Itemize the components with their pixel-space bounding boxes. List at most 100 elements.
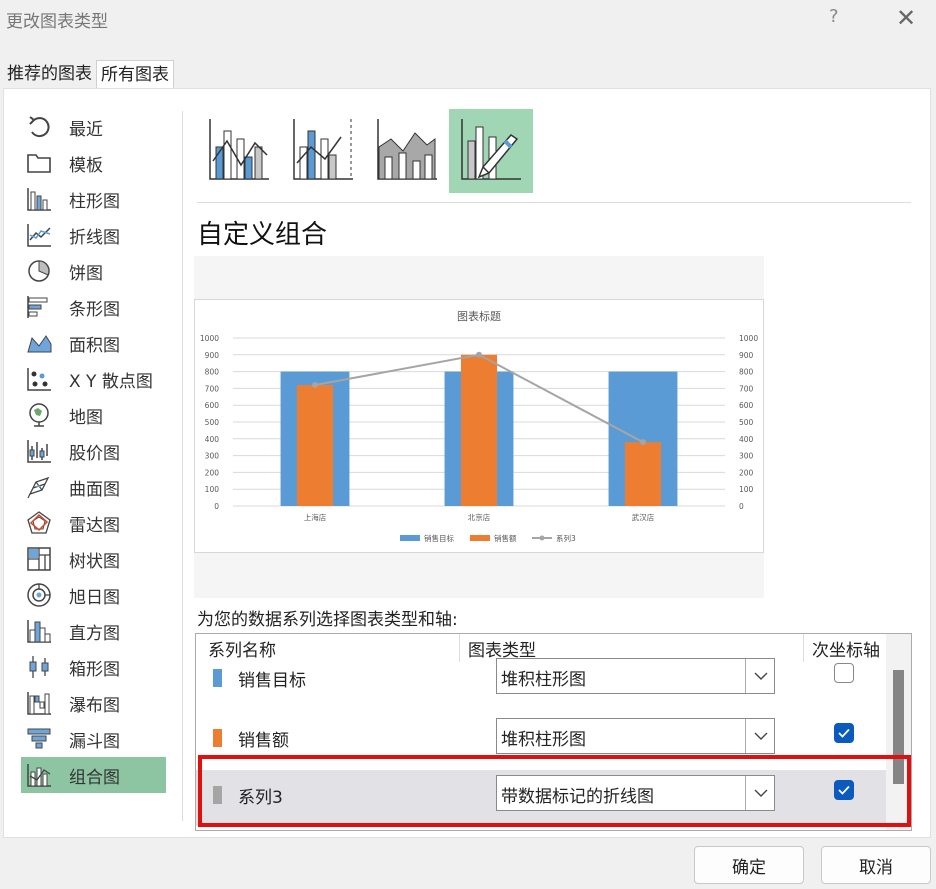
y2-tick-label: 900: [739, 351, 754, 360]
chart-type-pie[interactable]: 饼图: [21, 253, 166, 289]
chart-type-recent[interactable]: 最近: [21, 109, 166, 145]
y-tick-label: 500: [205, 418, 220, 427]
combo-variant-clustered-column-line[interactable]: [197, 109, 281, 193]
series-color-swatch: [213, 669, 222, 687]
combo-variant-stacked-area-column[interactable]: [365, 109, 449, 193]
legend-marker: [539, 535, 545, 541]
template-folder-icon: [25, 149, 53, 177]
bar-sales: [624, 442, 662, 506]
chart-type-box-whisker[interactable]: 箱形图: [21, 649, 166, 685]
y-tick-label: 100: [205, 485, 220, 494]
chart-type-bar[interactable]: 条形图: [21, 289, 166, 325]
y-tick-label: 900: [205, 351, 220, 360]
chart-type-list: 最近 模板 柱形图 折线图 饼图 条形图 面积图 X Y 散点图 地图 股价图 …: [21, 109, 166, 823]
help-button[interactable]: ?: [829, 6, 839, 27]
funnel-chart-icon: [25, 725, 53, 753]
chart-type-label: 最近: [69, 119, 103, 140]
tab-all-charts[interactable]: 所有图表: [96, 60, 174, 88]
dialog-title: 更改图表类型: [6, 12, 108, 32]
chart-type-value: 堆积柱形图: [501, 730, 586, 750]
chart-type-map[interactable]: 地图: [21, 397, 166, 433]
chart-type-label: 饼图: [69, 263, 103, 284]
histogram-chart-icon: [25, 617, 53, 645]
legend-label: 系列3: [556, 533, 576, 543]
scatter-chart-icon: [25, 365, 53, 393]
chart-preview: 图表标题 0 0 100 100 200 200 300 300 400 400 500 500 600 6…: [194, 299, 764, 553]
y2-tick-label: 500: [739, 418, 754, 427]
tab-strip: 推荐的图表 所有图表: [3, 60, 174, 88]
chart-type-label: 面积图: [69, 335, 120, 356]
chart-type-histogram[interactable]: 直方图: [21, 613, 166, 649]
chart-type-dropdown[interactable]: 堆积柱形图: [496, 658, 775, 694]
legend-label: 销售额: [494, 533, 517, 543]
y2-tick-label: 1000: [739, 334, 758, 343]
chart-type-value: 堆积柱形图: [501, 670, 586, 690]
legend-label: 销售目标: [424, 533, 454, 543]
y-tick-label: 200: [205, 468, 220, 477]
title-bar: 更改图表类型 ? ✕: [0, 0, 936, 40]
surface-chart-icon: [25, 473, 53, 501]
recent-icon: [25, 113, 53, 141]
series-name: 销售目标: [238, 671, 306, 691]
chart-type-stock[interactable]: 股价图: [21, 433, 166, 469]
series-row: 销售目标 堆积柱形图: [196, 653, 886, 709]
series-name: 销售额: [238, 731, 289, 751]
chart-type-column[interactable]: 柱形图: [21, 181, 166, 217]
chevron-down-icon[interactable]: [745, 659, 775, 693]
pie-chart-icon: [25, 257, 53, 285]
chart-type-area[interactable]: 面积图: [21, 325, 166, 361]
chart-type-sunburst[interactable]: 旭日图: [21, 577, 166, 613]
y2-tick-label: 800: [739, 368, 754, 377]
legend-swatch: [470, 535, 490, 541]
chart-type-label: 旭日图: [69, 587, 120, 608]
combo-chart-icon: [25, 761, 53, 789]
y2-tick-label: 400: [739, 435, 754, 444]
clustered-column-line-secondary-icon: [291, 117, 355, 185]
y2-tick-label: 600: [739, 401, 754, 410]
chart-type-funnel[interactable]: 漏斗图: [21, 721, 166, 757]
radar-chart-icon: [25, 509, 53, 537]
secondary-axis-checkbox[interactable]: [834, 723, 854, 743]
combo-variant-custom[interactable]: [449, 109, 533, 193]
y2-tick-label: 700: [739, 384, 754, 393]
y-tick-label: 300: [205, 452, 220, 461]
chart-type-line[interactable]: 折线图: [21, 217, 166, 253]
chart-type-dropdown[interactable]: 堆积柱形图: [496, 718, 775, 754]
checkmark-icon: [838, 728, 850, 738]
chart-type-label: 箱形图: [69, 659, 120, 680]
box-whisker-chart-icon: [25, 653, 53, 681]
line-marker: [312, 382, 318, 389]
column-chart-icon: [25, 185, 53, 213]
chart-type-label: 地图: [69, 407, 103, 428]
sunburst-chart-icon: [25, 581, 53, 609]
chart-type-template[interactable]: 模板: [21, 145, 166, 181]
secondary-axis-checkbox[interactable]: [834, 663, 854, 683]
chart-type-surface[interactable]: 曲面图: [21, 469, 166, 505]
ok-button[interactable]: 确定: [694, 846, 804, 884]
line-marker: [640, 439, 646, 446]
chart-type-radar[interactable]: 雷达图: [21, 505, 166, 541]
chart-type-treemap[interactable]: 树状图: [21, 541, 166, 577]
variant-divider: [197, 202, 911, 203]
chart-type-waterfall[interactable]: 瀑布图: [21, 685, 166, 721]
tab-recommended-charts[interactable]: 推荐的图表: [3, 60, 96, 88]
chart-type-label: 树状图: [69, 551, 120, 572]
chart-type-combo[interactable]: 组合图: [21, 757, 166, 793]
clustered-column-line-icon: [207, 117, 271, 185]
chart-type-label: X Y 散点图: [69, 371, 153, 392]
chart-type-label: 股价图: [69, 443, 120, 464]
combo-subtitle: 自定义组合: [197, 220, 328, 250]
chart-svg: 图表标题 0 0 100 100 200 200 300 300 400 400 500 500 600 6…: [200, 309, 758, 543]
close-button[interactable]: ✕: [896, 4, 916, 32]
y2-tick-label: 300: [739, 452, 754, 461]
chart-type-scatter[interactable]: X Y 散点图: [21, 361, 166, 397]
bar-sales: [460, 354, 498, 506]
chevron-down-icon[interactable]: [745, 719, 775, 753]
chart-type-label: 模板: [69, 155, 103, 176]
y-tick-label: 800: [205, 368, 220, 377]
waterfall-chart-icon: [25, 689, 53, 717]
y-tick-label: 0: [214, 502, 219, 511]
cancel-button[interactable]: 取消: [821, 846, 931, 884]
combo-variant-clustered-column-line-secondary[interactable]: [281, 109, 365, 193]
x-category-label: 上海店: [304, 512, 327, 522]
